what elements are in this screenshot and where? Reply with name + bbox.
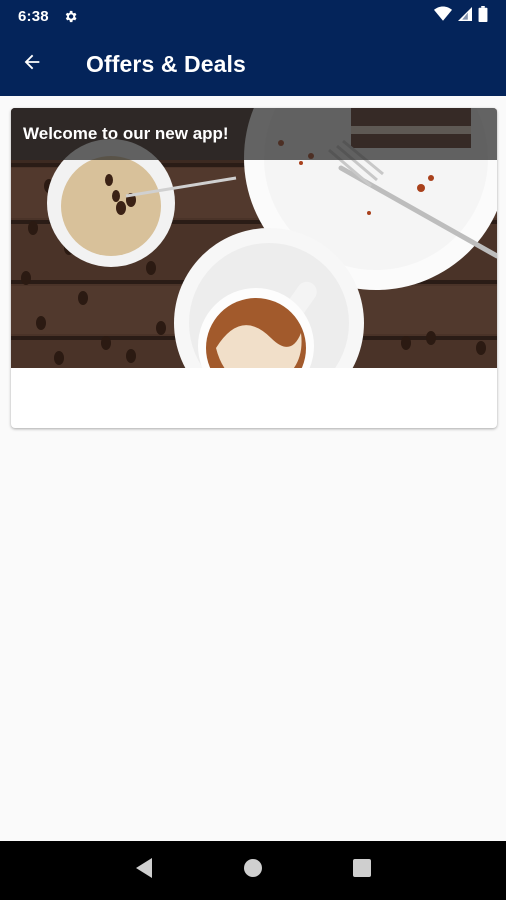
arrow-left-icon [21, 51, 43, 78]
system-nav-bar [0, 841, 506, 900]
offers-list: Welcome to our new app! [0, 96, 506, 841]
home-circle-icon [243, 858, 263, 883]
offer-caption-bar: Welcome to our new app! [11, 108, 497, 160]
recents-square-icon [352, 859, 371, 882]
nav-back-button[interactable] [124, 851, 164, 891]
settings-gear-icon [63, 9, 78, 24]
page-title: Offers & Deals [86, 50, 246, 77]
back-button[interactable] [0, 32, 64, 96]
offer-caption: Welcome to our new app! [23, 124, 229, 143]
wifi-icon [434, 6, 452, 27]
battery-icon [478, 5, 488, 27]
nav-home-button[interactable] [233, 851, 273, 891]
status-bar: 6:38 [0, 0, 506, 32]
app-bar: Offers & Deals [0, 32, 506, 96]
status-time: 6:38 [18, 7, 49, 25]
cell-signal-icon [458, 6, 472, 27]
nav-recents-button[interactable] [342, 851, 382, 891]
back-triangle-icon [134, 857, 154, 884]
offer-card[interactable]: Welcome to our new app! [11, 108, 497, 428]
